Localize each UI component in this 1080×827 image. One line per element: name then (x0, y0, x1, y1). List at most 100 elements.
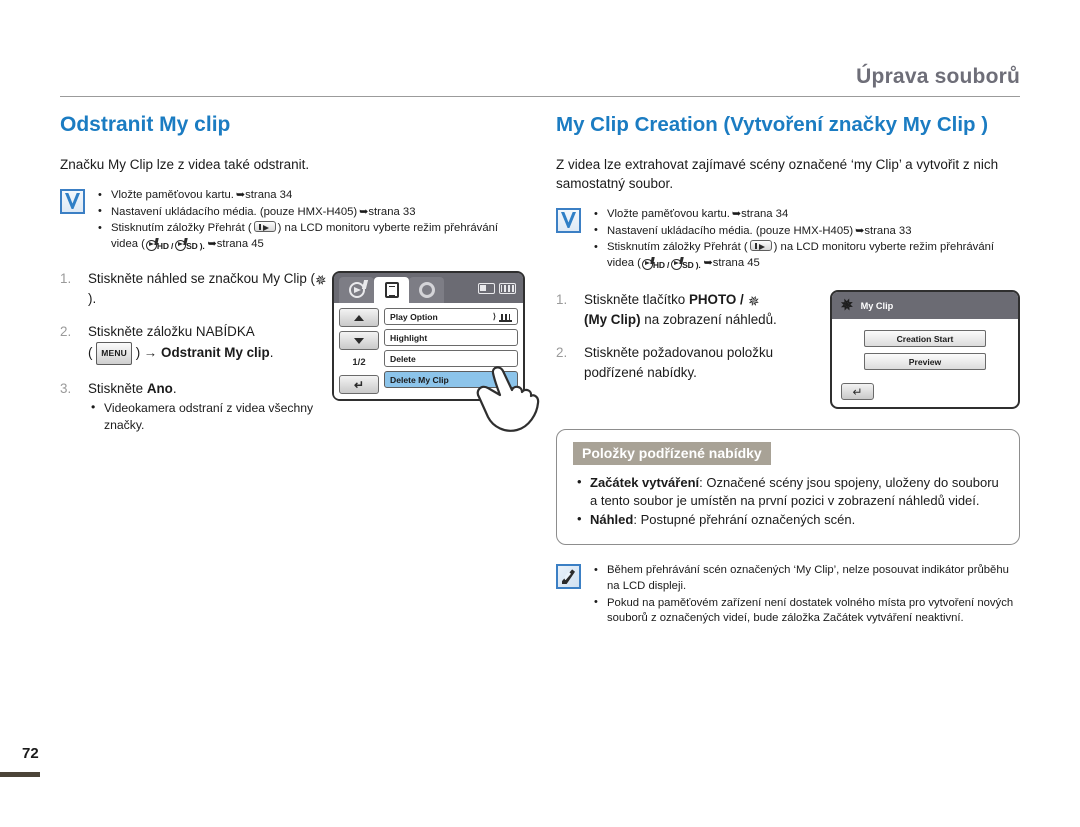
right-prerequisites: Vložte paměťovou kartu.➥strana 34 Nastav… (556, 207, 1020, 274)
note-pen-icon (556, 564, 581, 590)
menu-item-highlight[interactable]: Highlight (384, 329, 518, 347)
right-steps-list: 1. Stiskněte tlačítko PHOTO / ✵ (My Clip… (556, 290, 820, 382)
list-item: Stisknutím záložky Přehrát () na LCD mon… (94, 221, 525, 254)
page-indicator: 1/2 (352, 357, 366, 369)
arrow-icon: ➥ (855, 224, 864, 237)
hd-mode-icon: HD / (145, 239, 173, 255)
lcd-menu-items: Play Option ⟩ Highlight Delete Delete My… (384, 308, 518, 394)
dialog-back-button[interactable]: ↵ (841, 383, 874, 401)
page-footer-bar (0, 772, 40, 777)
playback-mode-icon (348, 282, 365, 299)
settings-gear-icon (418, 282, 435, 299)
step-item-3: 3. Stiskněte Ano. Videokamera odstraní z… (60, 379, 332, 434)
left-prerequisites: Vložte paměťovou kartu.➥strana 34 Nastav… (60, 188, 525, 255)
right-section-title: My Clip Creation (Vytvoření značky My Cl… (556, 113, 989, 136)
arrow-icon: ➥ (703, 256, 713, 269)
my-clip-dialog-mockup: ✵ My Clip Creation Start Preview ↵ (830, 290, 1020, 410)
right-column: My Clip Creation (Vytvoření značky My Cl… (556, 112, 1020, 636)
preview-button[interactable]: Preview (864, 353, 986, 371)
list-item: Vložte paměťovou kartu.➥strana 34 (94, 188, 525, 204)
list-item: Pokud na paměťovém zařízení není dostate… (590, 595, 1020, 627)
submenu-callout-box: Položky podřízené nabídky Začátek vytvář… (556, 429, 1020, 546)
list-item: Videokamera odstraní z videa všechny zna… (88, 399, 332, 434)
right-notes-block: Během přehrávání scén označených ‘My Cli… (556, 563, 1020, 627)
sd-mode-icon: SD ). (671, 258, 701, 274)
right-intro-text: Z videa lze extrahovat zajímavé scény oz… (556, 157, 999, 191)
list-item: Vložte paměťovou kartu.➥strana 34 (590, 207, 1020, 223)
header-divider (60, 96, 1020, 97)
dialog-footer: ↵ (832, 377, 1018, 407)
my-clip-icon: ✵ (838, 295, 857, 317)
hd-mode-icon: HD / (641, 258, 669, 274)
sd-mode-icon: SD ). (175, 239, 205, 255)
play-tab-icon (253, 221, 276, 233)
dialog-title: My Clip (860, 300, 894, 311)
step-number: 3. (60, 381, 72, 397)
arrow-icon: → (143, 344, 158, 360)
chevron-right-icon: ⟩ (492, 312, 496, 322)
list-item: Začátek vytváření: Označené scény jsou s… (573, 473, 1003, 510)
back-arrow-icon: ↵ (353, 377, 365, 392)
caret-down-icon (354, 337, 364, 344)
list-item: Stisknutím záložky Přehrát () na LCD mon… (590, 240, 1020, 273)
callout-label: Položky podřízené nabídky (573, 442, 771, 466)
left-steps-list: 1. Stiskněte náhled se značkou My Clip (… (60, 269, 332, 434)
arrow-icon: ➥ (359, 205, 368, 218)
menu-item-delete-my-clip[interactable]: Delete My Clip (384, 371, 518, 389)
step-number: 2. (60, 324, 72, 340)
back-button[interactable]: ↵ (339, 375, 379, 395)
step-3-sub-list: Videokamera odstraní z videa všechny zna… (88, 399, 332, 434)
menu-list-icon (384, 282, 399, 299)
arrow-icon: ➥ (731, 208, 741, 220)
creation-start-button[interactable]: Creation Start (864, 330, 986, 348)
step-item-1: 1. Stiskněte tlačítko PHOTO / ✵ (My Clip… (556, 291, 777, 327)
step-number: 2. (556, 345, 568, 361)
left-column: Odstranit My clip Značku My Clip lze z v… (60, 112, 540, 448)
menu-button-icon: MENU (96, 341, 133, 366)
battery-icon (499, 282, 516, 294)
step-item-2: 2. Stiskněte požadovanou položku podříze… (556, 345, 774, 380)
list-item: Nastavení ukládacího média. (pouze HMX-H… (94, 204, 525, 221)
lcd-toolbar (334, 273, 523, 304)
list-item: Nastavení ukládacího média. (pouze HMX-H… (590, 223, 1020, 240)
back-arrow-icon: ↵ (852, 384, 863, 399)
page-header: Úprava souborů (60, 66, 1020, 97)
dialog-body: Creation Start Preview (832, 319, 1018, 377)
checkmark-icon (60, 189, 85, 214)
my-clip-icon: ✵ (744, 291, 762, 312)
lcd-status-icons (478, 282, 518, 294)
checkmark-icon (556, 208, 581, 233)
step-item-1: 1. Stiskněte náhled se značkou My Clip (… (60, 270, 330, 306)
thumbnail-list-icon (499, 312, 512, 322)
page-title: Úprava souborů (856, 65, 1020, 88)
list-item: Náhled: Postupné přehrání označených scé… (573, 510, 1003, 529)
play-tab-icon (749, 240, 772, 252)
callout-items: Začátek vytváření: Označené scény jsou s… (573, 473, 1003, 529)
arrow-icon: ➥ (207, 237, 217, 250)
left-intro-text: Značku My Clip lze z videa také odstrani… (60, 157, 310, 172)
arrow-icon: ➥ (235, 189, 245, 201)
card-icon (478, 282, 495, 294)
step-item-2: 2. Stiskněte záložku NABÍDKA ( MENU ) → … (60, 322, 332, 366)
settings-tab[interactable] (409, 277, 444, 304)
menu-item-right-icons: ⟩ (493, 312, 512, 322)
step-number: 1. (556, 292, 568, 308)
scroll-down-button[interactable] (339, 331, 379, 351)
list-item: Během přehrávání scén označených ‘My Cli… (590, 563, 1020, 594)
my-clip-icon: ✵ (312, 270, 330, 291)
right-notes-list: Během přehrávání scén označených ‘My Cli… (590, 563, 1020, 627)
left-section-title: Odstranit My clip (60, 113, 231, 136)
left-prereq-list: Vložte paměťovou kartu.➥strana 34 Nastav… (94, 188, 525, 255)
playback-mode-tab[interactable] (339, 277, 374, 304)
caret-up-icon (354, 314, 364, 321)
right-prereq-list: Vložte paměťovou kartu.➥strana 34 Nastav… (590, 207, 1020, 274)
lcd-menu-area: 1/2 ↵ Play Option ⟩ Highlight Delete Del… (334, 303, 523, 400)
menu-item-delete[interactable]: Delete (384, 350, 518, 368)
lcd-screen-mockup: 1/2 ↵ Play Option ⟩ Highlight Delete Del… (332, 271, 540, 433)
scroll-up-button[interactable] (339, 308, 379, 328)
lcd-side-buttons: 1/2 ↵ (339, 308, 379, 395)
page-number: 72 (22, 745, 39, 762)
menu-list-tab[interactable] (374, 277, 409, 304)
dialog-titlebar: ✵ My Clip (832, 292, 1018, 320)
menu-item-play-option[interactable]: Play Option ⟩ (384, 308, 518, 326)
